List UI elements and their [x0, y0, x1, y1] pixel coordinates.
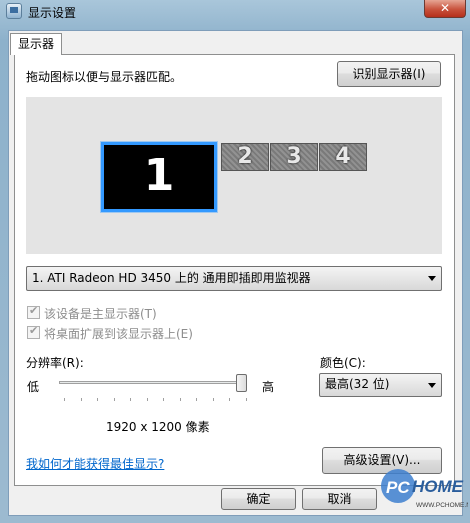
cancel-button[interactable]: 取消: [302, 488, 377, 510]
color-select-value: 最高(32 位): [325, 377, 390, 391]
monitor-arrangement-area: [26, 97, 442, 254]
extend-desktop-label: 将桌面扩展到该显示器上(E): [44, 327, 193, 341]
resolution-value: 1920 x 1200 像素: [106, 420, 210, 434]
slider-tick: [130, 398, 131, 401]
instruction-text: 拖动图标以便与显示器匹配。: [26, 70, 183, 84]
resolution-label: 分辨率(R):: [26, 356, 84, 370]
svg-text:HOME: HOME: [412, 477, 464, 496]
slider-tick: [163, 398, 164, 401]
extend-desktop-checkbox[interactable]: [27, 324, 40, 339]
primary-monitor-label: 该设备是主显示器(T): [44, 307, 157, 321]
color-select[interactable]: 最高(32 位): [319, 373, 442, 397]
display-settings-icon: [6, 3, 22, 19]
primary-monitor-checkbox[interactable]: [27, 304, 40, 319]
svg-text:PC: PC: [386, 478, 410, 497]
resolution-slider-track[interactable]: [59, 381, 247, 384]
pchome-watermark-logo: PC HOME WWW.PCHOME.NET: [381, 469, 468, 509]
chevron-down-icon: [428, 383, 436, 388]
chevron-down-icon: [428, 276, 436, 281]
display-select[interactable]: 1. ATI Radeon HD 3450 上的 通用即插即用监视器: [26, 266, 442, 291]
best-display-help-link[interactable]: 我如何才能获得最佳显示?: [26, 455, 164, 472]
monitor-4-icon[interactable]: 4: [319, 143, 367, 171]
slider-tick: [146, 398, 148, 401]
slider-tick: [80, 398, 82, 401]
title-bar[interactable]: 显示设置 ✕: [0, 0, 470, 24]
slider-tick: [229, 398, 230, 401]
monitor-1-icon[interactable]: 1: [100, 141, 218, 213]
identify-monitors-button[interactable]: 识别显示器(I): [337, 61, 441, 87]
slider-tick: [97, 398, 98, 401]
resolution-low-label: 低: [27, 380, 40, 394]
svg-text:WWW.PCHOME.NET: WWW.PCHOME.NET: [416, 502, 468, 509]
monitor-3-icon[interactable]: 3: [270, 143, 318, 171]
resolution-high-label: 高: [262, 380, 275, 394]
color-label: 颜色(C):: [320, 356, 366, 370]
slider-tick: [64, 398, 65, 401]
resolution-slider-thumb[interactable]: [236, 374, 247, 392]
window-title: 显示设置: [28, 6, 77, 20]
tab-monitor[interactable]: 显示器: [10, 33, 62, 55]
slider-tick: [245, 398, 247, 401]
display-select-value: 1. ATI Radeon HD 3450 上的 通用即插即用监视器: [32, 271, 311, 285]
monitor-2-icon[interactable]: 2: [221, 143, 269, 171]
slider-tick: [212, 398, 214, 401]
slider-tick: [179, 398, 181, 401]
close-button[interactable]: ✕: [424, 0, 466, 18]
slider-tick: [113, 398, 115, 401]
slider-tick: [196, 398, 197, 401]
ok-button[interactable]: 确定: [221, 488, 296, 510]
